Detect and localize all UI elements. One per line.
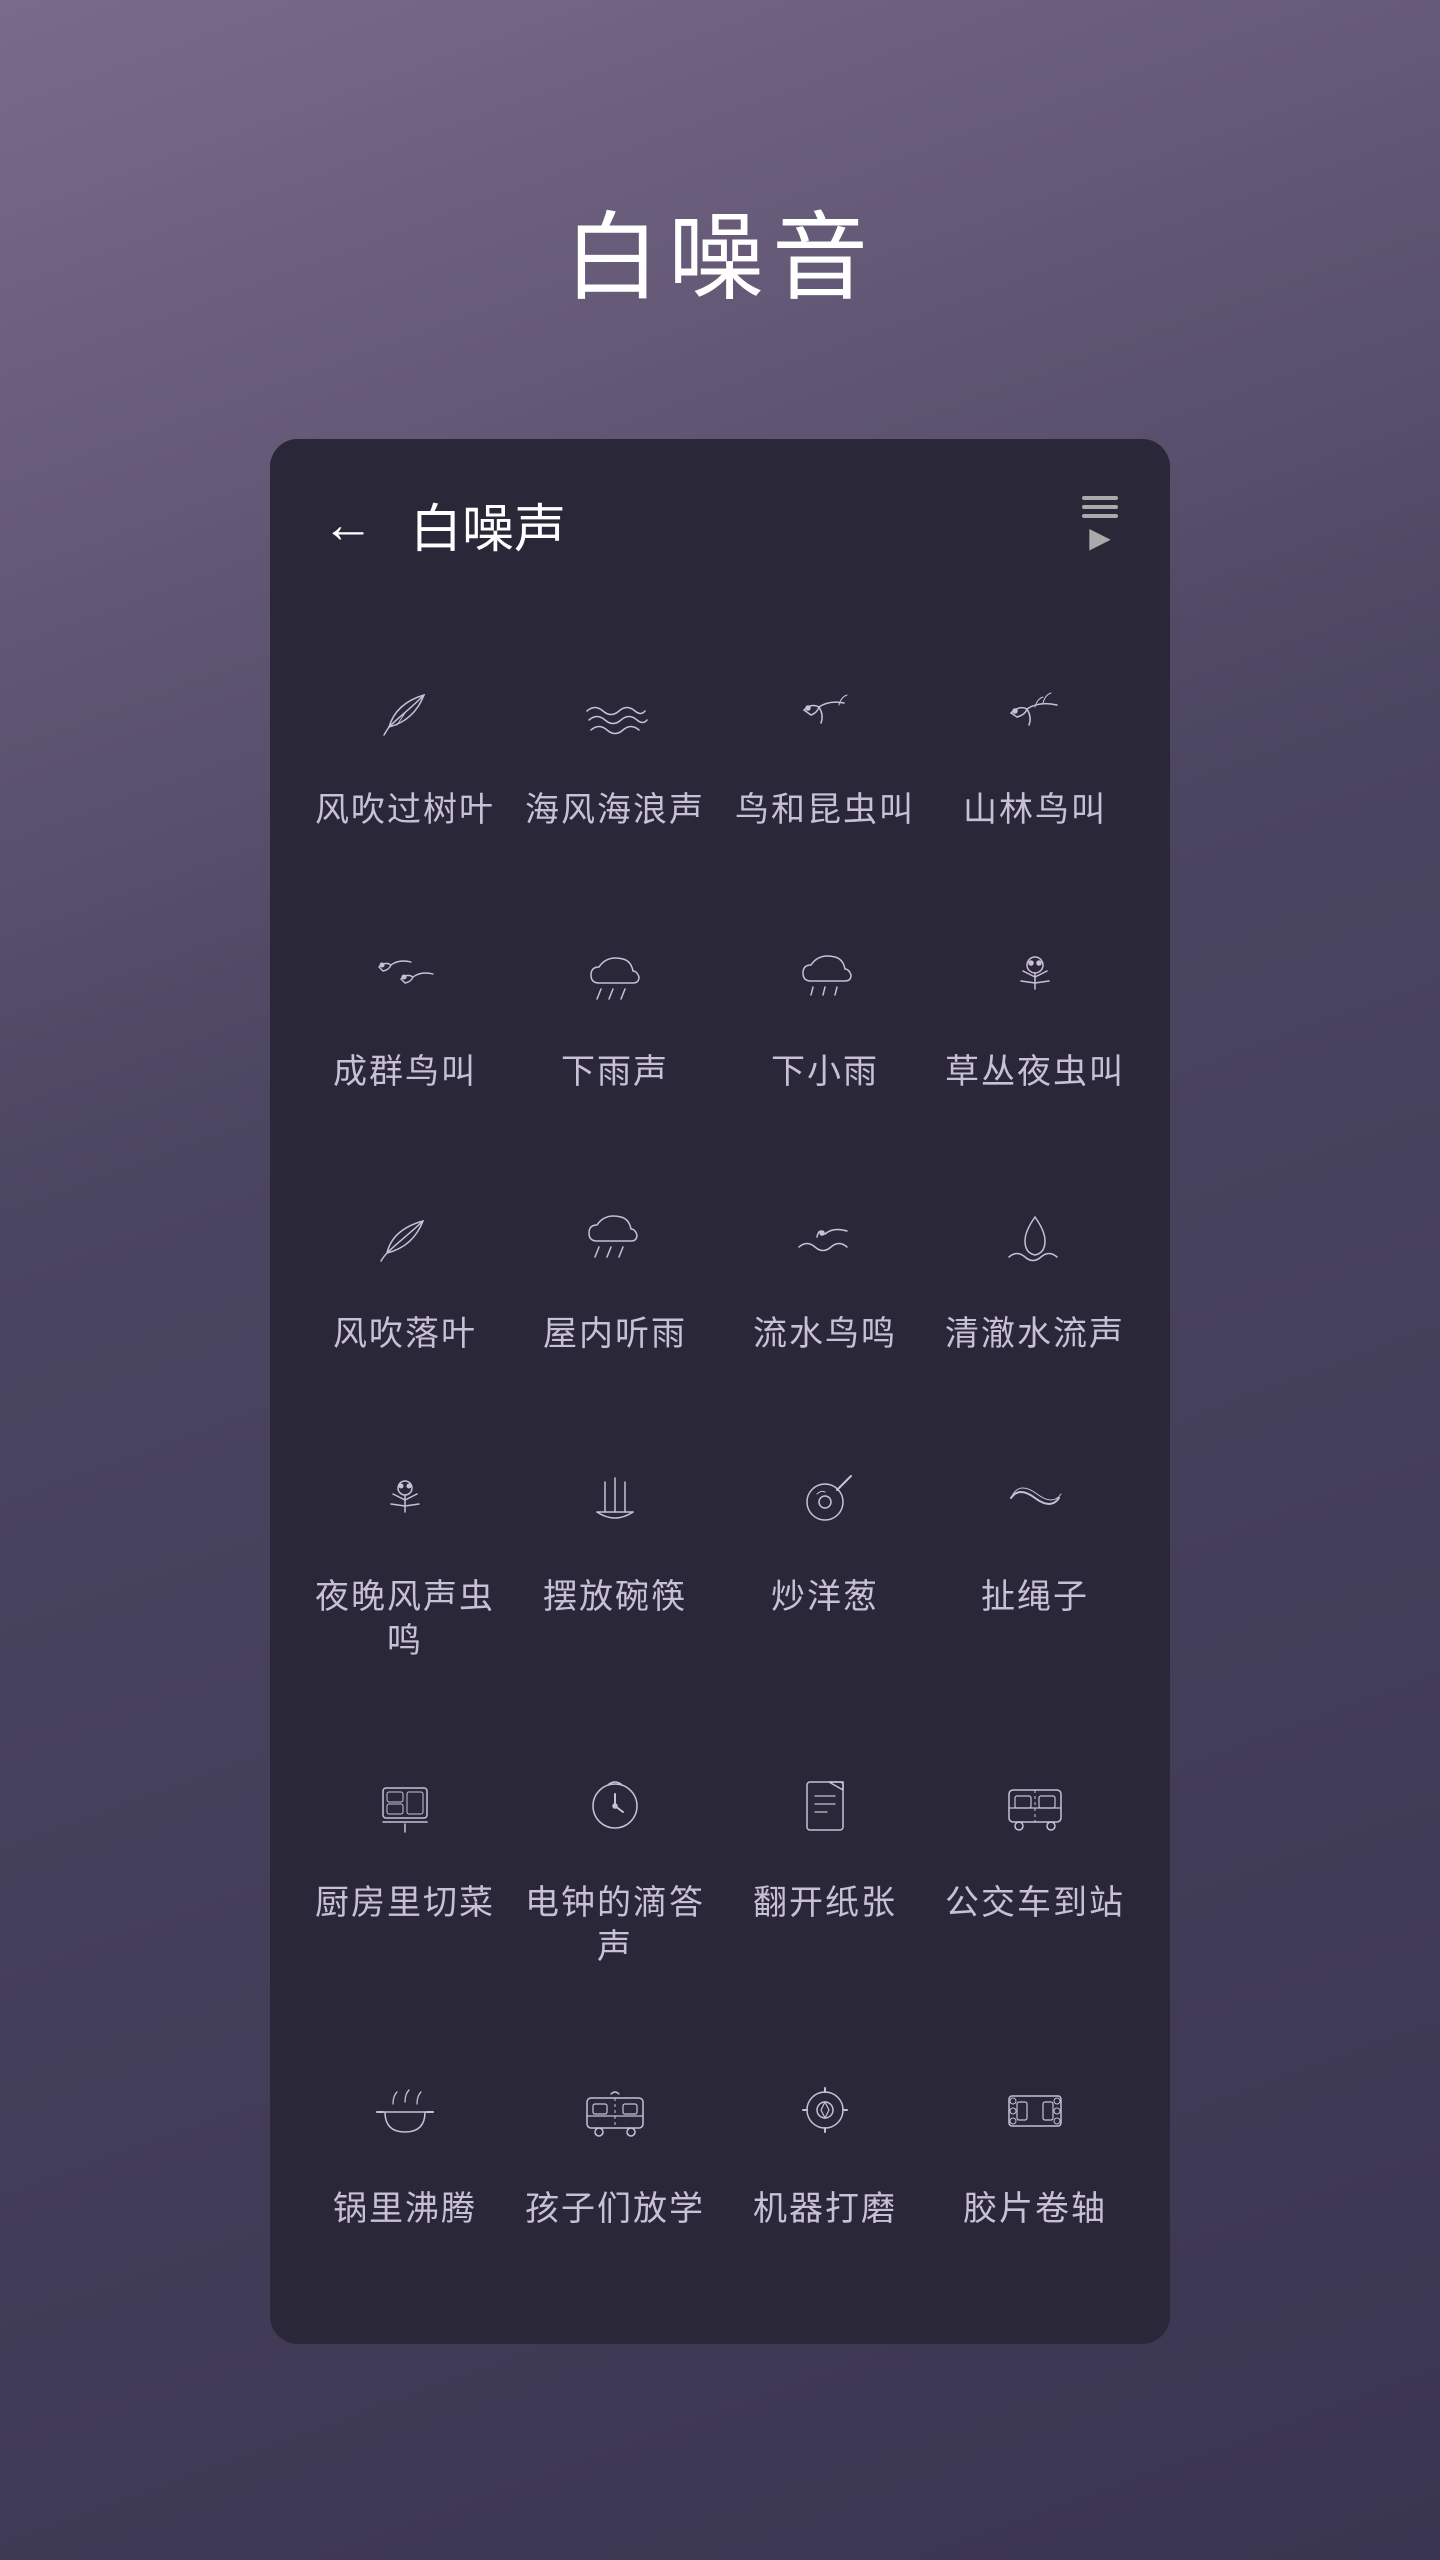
sound-item-pot-boil[interactable]: 锅里沸腾 bbox=[300, 2021, 510, 2283]
sound-icon-forest-birds bbox=[990, 666, 1080, 756]
sound-label-flock-birds: 成群鸟叫 bbox=[333, 1050, 477, 1094]
sound-icon-night-wind-insects bbox=[360, 1453, 450, 1543]
sound-label-stream-birds: 流水鸟鸣 bbox=[753, 1312, 897, 1356]
sound-icon-school-out bbox=[570, 2065, 660, 2155]
sound-item-film-reel[interactable]: 胶片卷轴 bbox=[930, 2021, 1140, 2283]
sound-icon-clock bbox=[570, 1759, 660, 1849]
main-card: ← 白噪声 ▶ 风吹过树叶 海风海浪声 鸟和昆虫叫 山林鸟 bbox=[270, 439, 1170, 2344]
sound-label-machine-grind: 机器打磨 bbox=[753, 2187, 897, 2231]
sound-icon-flock-birds bbox=[360, 928, 450, 1018]
sound-item-forest-birds[interactable]: 山林鸟叫 bbox=[930, 622, 1140, 884]
sound-item-clear-water[interactable]: 清澈水流声 bbox=[930, 1146, 1140, 1408]
sound-item-indoor-rain[interactable]: 屋内听雨 bbox=[510, 1146, 720, 1408]
sound-icon-stream-birds bbox=[780, 1190, 870, 1280]
sound-label-clear-water: 清澈水流声 bbox=[945, 1312, 1125, 1356]
sound-label-bus: 公交车到站 bbox=[945, 1881, 1125, 1925]
sound-label-night-insects: 草丛夜虫叫 bbox=[945, 1050, 1125, 1094]
playlist-button[interactable]: ▶ bbox=[1082, 496, 1118, 554]
sound-label-sea-waves: 海风海浪声 bbox=[525, 788, 705, 832]
sound-label-bird-insects: 鸟和昆虫叫 bbox=[735, 788, 915, 832]
sound-label-indoor-rain: 屋内听雨 bbox=[543, 1312, 687, 1356]
sound-icon-light-rain bbox=[780, 928, 870, 1018]
sound-icon-bird-insects bbox=[780, 666, 870, 756]
sound-icon-indoor-rain bbox=[570, 1190, 660, 1280]
sound-label-forest-birds: 山林鸟叫 bbox=[963, 788, 1107, 832]
sound-icon-paper bbox=[780, 1759, 870, 1849]
sound-item-paper[interactable]: 翻开纸张 bbox=[720, 1715, 930, 2021]
sound-icon-sea-waves bbox=[570, 666, 660, 756]
header-left: ← 白噪声 bbox=[322, 487, 566, 562]
sound-icon-wind-leaves bbox=[360, 666, 450, 756]
card-header: ← 白噪声 ▶ bbox=[270, 439, 1170, 602]
sound-item-rain[interactable]: 下雨声 bbox=[510, 884, 720, 1146]
sound-item-wind-fall-leaves[interactable]: 风吹落叶 bbox=[300, 1146, 510, 1408]
sound-item-night-insects[interactable]: 草丛夜虫叫 bbox=[930, 884, 1140, 1146]
sound-item-stream-birds[interactable]: 流水鸟鸣 bbox=[720, 1146, 930, 1408]
sound-item-machine-grind[interactable]: 机器打磨 bbox=[720, 2021, 930, 2283]
sound-icon-kitchen-chop bbox=[360, 1759, 450, 1849]
sound-item-rope[interactable]: 扯绳子 bbox=[930, 1409, 1140, 1715]
sound-label-paper: 翻开纸张 bbox=[753, 1881, 897, 1925]
sound-label-bowls: 摆放碗筷 bbox=[543, 1575, 687, 1619]
sound-label-clock: 电钟的滴答声 bbox=[520, 1881, 710, 1969]
sound-icon-bus bbox=[990, 1759, 1080, 1849]
sound-icon-machine-grind bbox=[780, 2065, 870, 2155]
sound-item-sea-waves[interactable]: 海风海浪声 bbox=[510, 622, 720, 884]
sound-icon-wind-fall-leaves bbox=[360, 1190, 450, 1280]
sound-item-clock[interactable]: 电钟的滴答声 bbox=[510, 1715, 720, 2021]
sound-item-bus[interactable]: 公交车到站 bbox=[930, 1715, 1140, 2021]
sound-label-kitchen-chop: 厨房里切菜 bbox=[315, 1881, 495, 1925]
sound-icon-fry-onion bbox=[780, 1453, 870, 1543]
card-title: 白噪声 bbox=[410, 487, 566, 562]
sound-label-film-reel: 胶片卷轴 bbox=[963, 2187, 1107, 2231]
sound-label-light-rain: 下小雨 bbox=[771, 1050, 879, 1094]
sound-grid: 风吹过树叶 海风海浪声 鸟和昆虫叫 山林鸟叫 成群鸟叫 下雨声 下小雨 bbox=[270, 602, 1170, 2284]
sound-item-wind-leaves[interactable]: 风吹过树叶 bbox=[300, 622, 510, 884]
sound-icon-clear-water bbox=[990, 1190, 1080, 1280]
sound-label-rope: 扯绳子 bbox=[981, 1575, 1089, 1619]
sound-item-flock-birds[interactable]: 成群鸟叫 bbox=[300, 884, 510, 1146]
sound-item-night-wind-insects[interactable]: 夜晚风声虫鸣 bbox=[300, 1409, 510, 1715]
back-button[interactable]: ← bbox=[322, 499, 374, 551]
sound-item-school-out[interactable]: 孩子们放学 bbox=[510, 2021, 720, 2283]
page-title: 白噪音 bbox=[564, 180, 876, 319]
sound-item-bowls[interactable]: 摆放碗筷 bbox=[510, 1409, 720, 1715]
sound-label-school-out: 孩子们放学 bbox=[525, 2187, 705, 2231]
sound-icon-film-reel bbox=[990, 2065, 1080, 2155]
sound-icon-rain bbox=[570, 928, 660, 1018]
sound-label-pot-boil: 锅里沸腾 bbox=[333, 2187, 477, 2231]
sound-label-wind-leaves: 风吹过树叶 bbox=[315, 788, 495, 832]
sound-icon-pot-boil bbox=[360, 2065, 450, 2155]
sound-label-fry-onion: 炒洋葱 bbox=[771, 1575, 879, 1619]
sound-icon-night-insects bbox=[990, 928, 1080, 1018]
sound-item-light-rain[interactable]: 下小雨 bbox=[720, 884, 930, 1146]
sound-icon-rope bbox=[990, 1453, 1080, 1543]
sound-label-wind-fall-leaves: 风吹落叶 bbox=[333, 1312, 477, 1356]
sound-item-fry-onion[interactable]: 炒洋葱 bbox=[720, 1409, 930, 1715]
sound-item-kitchen-chop[interactable]: 厨房里切菜 bbox=[300, 1715, 510, 2021]
sound-icon-bowls bbox=[570, 1453, 660, 1543]
sound-item-bird-insects[interactable]: 鸟和昆虫叫 bbox=[720, 622, 930, 884]
sound-label-rain: 下雨声 bbox=[561, 1050, 669, 1094]
sound-label-night-wind-insects: 夜晚风声虫鸣 bbox=[310, 1575, 500, 1663]
